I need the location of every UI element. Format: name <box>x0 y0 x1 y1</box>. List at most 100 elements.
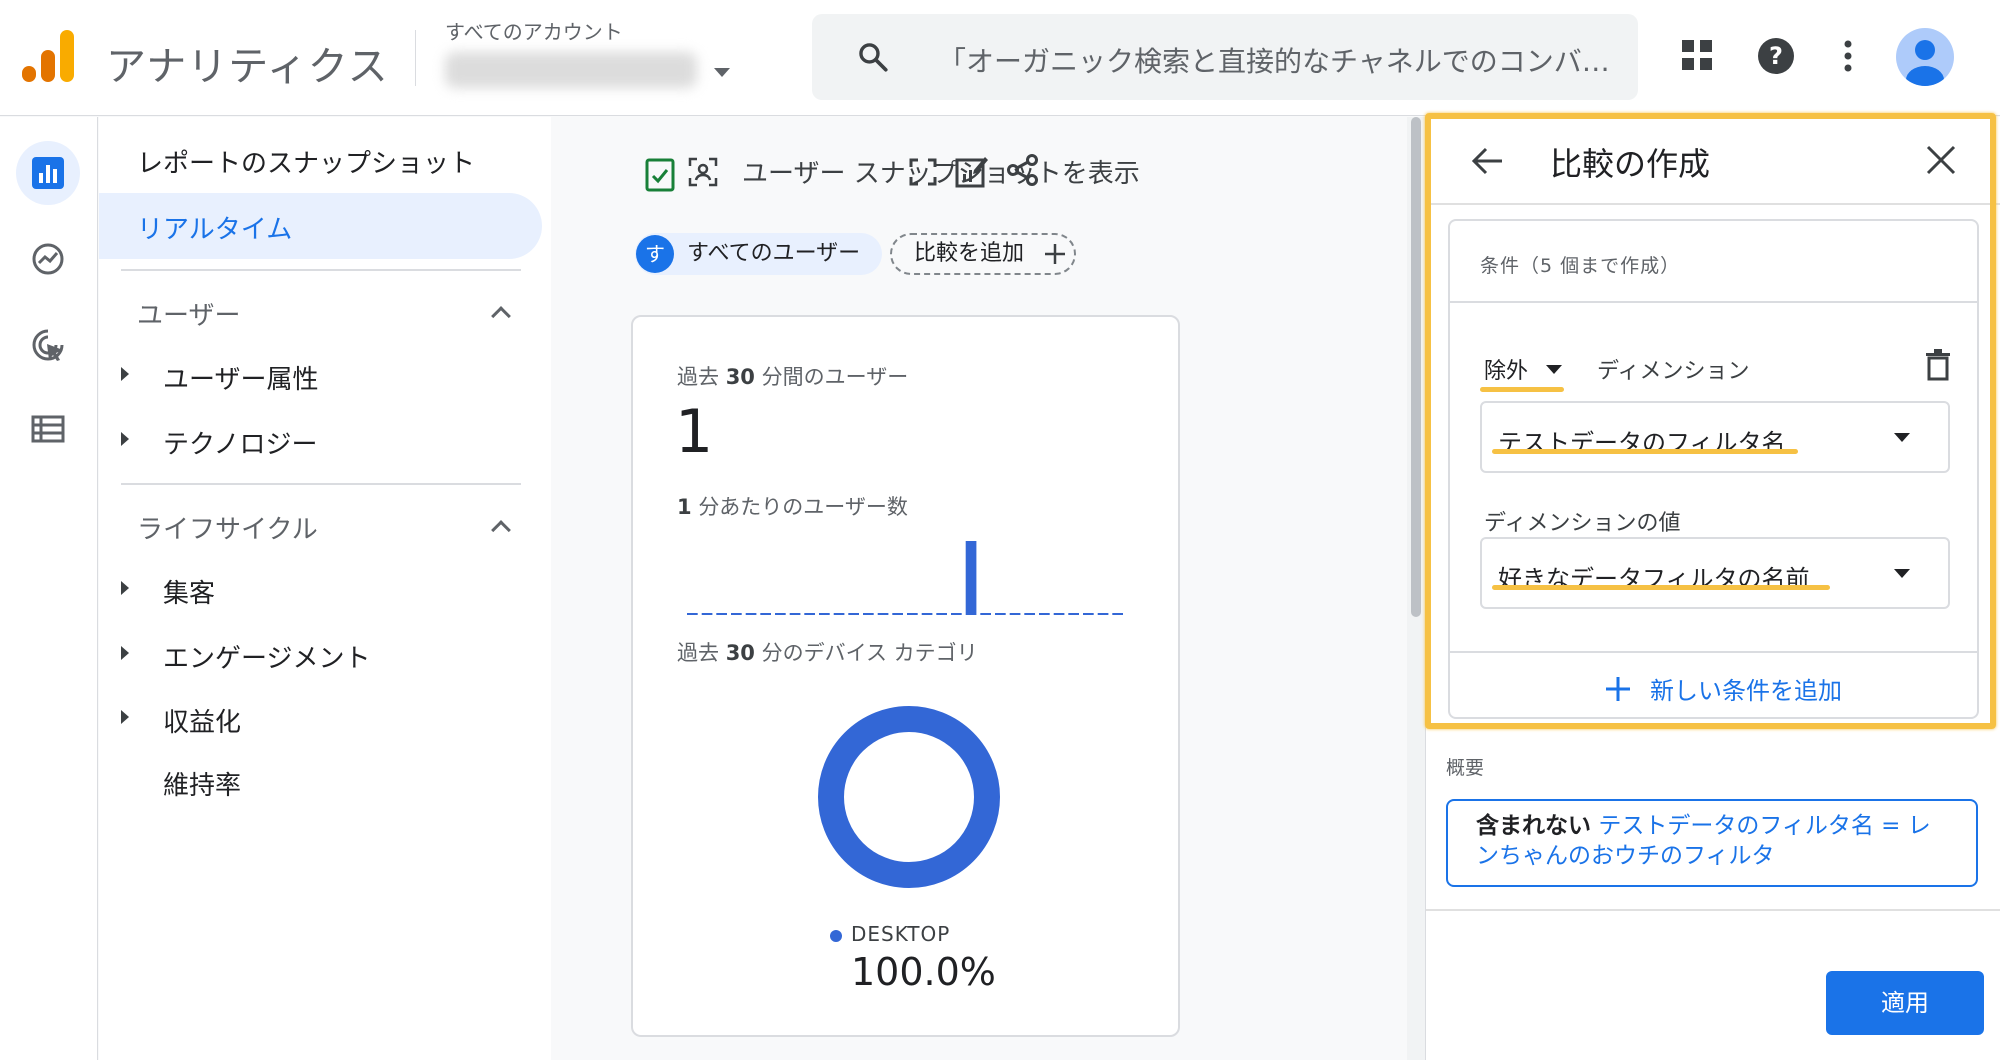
saved-report-icon[interactable] <box>644 155 676 193</box>
search-placeholder: 「オーガニック検索と直接的なチャネルでのコンバ… <box>938 45 1610 78</box>
chevron-up-icon[interactable] <box>491 520 511 540</box>
minute-bar <box>1024 613 1035 615</box>
nav-item-technology[interactable]: テクノロジー <box>163 424 317 461</box>
nav-item-acquisition[interactable]: 集客 <box>163 573 215 610</box>
minute-bar <box>921 613 933 615</box>
expand-arrow-icon[interactable] <box>121 432 129 446</box>
more-vert-icon[interactable] <box>1824 32 1872 80</box>
users-30min-label: 過去 30 分間のユーザー <box>677 365 909 389</box>
person-icon <box>1906 40 1944 86</box>
minute-bar <box>848 613 859 615</box>
nav-divider <box>121 269 521 271</box>
configure-icon <box>31 415 65 443</box>
rail-configure[interactable] <box>16 397 80 461</box>
apply-button[interactable]: 適用 <box>1826 971 1984 1035</box>
minute-bar <box>687 613 698 615</box>
minute-bar <box>1112 613 1123 615</box>
logo-bar-large <box>60 30 74 82</box>
expand-arrow-icon[interactable] <box>121 367 129 381</box>
nav-item-demographics[interactable]: ユーザー属性 <box>163 359 318 396</box>
nav-item-snapshot[interactable]: レポートのスナップショット <box>137 143 475 180</box>
nav-item-engagement[interactable]: エンゲージメント <box>163 638 370 675</box>
minute-bar <box>863 613 874 615</box>
minute-bar <box>731 613 742 615</box>
minute-bar <box>804 613 815 615</box>
minute-bar <box>965 541 977 615</box>
account-dropdown-icon[interactable] <box>714 68 730 77</box>
header-divider <box>415 30 416 86</box>
minute-bar <box>1097 613 1109 615</box>
nav-divider <box>121 483 521 485</box>
minute-bar <box>892 613 903 615</box>
minute-bar <box>760 613 771 615</box>
legend-desktop: DESKTOP <box>851 922 951 946</box>
expand-arrow-icon[interactable] <box>121 646 129 660</box>
nav-section-users[interactable]: ユーザー <box>137 295 240 332</box>
minute-bar <box>745 613 757 615</box>
expand-arrow-icon[interactable] <box>121 710 129 724</box>
scrollbar-thumb[interactable] <box>1411 117 1421 617</box>
minute-bar <box>980 613 991 615</box>
reports-icon <box>32 157 64 189</box>
share-icon[interactable] <box>1006 153 1040 187</box>
summary-box: 含まれない テストデータのフィルタ名 = レンちゃんのおウチのフィルタ <box>1446 799 1978 887</box>
minute-bar <box>936 613 947 615</box>
highlight-box <box>1425 113 1996 729</box>
plus-icon <box>1045 244 1065 264</box>
minute-bar <box>775 613 786 615</box>
minute-bar <box>877 613 889 615</box>
minute-bar <box>907 613 918 615</box>
svg-text:?: ? <box>1769 42 1783 70</box>
realtime-users-card: 過去 30 分間のユーザー 1 1 分あたりのユーザー数 過去 30 分のデバイ… <box>631 315 1180 1037</box>
nav-item-monetization[interactable]: 収益化 <box>163 702 241 739</box>
minute-bar <box>1083 613 1094 615</box>
legend-marker <box>830 930 842 942</box>
left-rail <box>0 117 98 1060</box>
device-category-label: 過去 30 分のデバイス カテゴリ <box>677 641 978 665</box>
minute-bar <box>951 613 962 615</box>
customize-report-icon[interactable] <box>954 153 990 189</box>
minute-bar <box>1009 613 1021 615</box>
fullscreen-icon[interactable] <box>908 157 938 187</box>
account-avatar-icon[interactable] <box>1896 28 1954 86</box>
account-name-blurred[interactable] <box>445 52 697 88</box>
rail-advertising[interactable] <box>16 313 80 377</box>
search-bar[interactable]: 「オーガニック検索と直接的なチャネルでのコンバ… <box>812 14 1638 100</box>
expand-arrow-icon[interactable] <box>121 581 129 595</box>
nav-section-lifecycle[interactable]: ライフサイクル <box>137 509 318 546</box>
nav-item-realtime[interactable]: リアルタイム <box>137 209 292 246</box>
rail-reports[interactable] <box>16 141 80 205</box>
advertising-icon <box>32 329 64 361</box>
minute-bar <box>833 613 845 615</box>
minute-bar <box>995 613 1006 615</box>
desktop-percentage: 100.0% <box>851 950 996 994</box>
minute-bar <box>1039 613 1050 615</box>
chevron-up-icon[interactable] <box>491 306 511 326</box>
users-30min-value: 1 <box>675 397 714 467</box>
users-per-minute-label: 1 分あたりのユーザー数 <box>677 495 908 519</box>
minute-bar <box>819 613 830 615</box>
analytics-logo[interactable] <box>22 30 74 82</box>
apps-grid-icon[interactable] <box>1674 32 1722 80</box>
realtime-content: ユーザー スナップショットを表示 すべてのユーザー す 比較を追加 過去 30 … <box>552 117 1407 1060</box>
rail-explore[interactable] <box>16 227 80 291</box>
segment-avatar: す <box>636 235 674 273</box>
panel-divider <box>1426 909 2000 911</box>
explore-icon <box>32 243 64 275</box>
users-per-minute-chart <box>687 541 1123 615</box>
logo-bar-medium <box>41 50 55 82</box>
top-header: アナリティクス すべてのアカウント 「オーガニック検索と直接的なチャネルでのコン… <box>0 0 2000 116</box>
view-user-snapshot-link[interactable]: ユーザー スナップショットを表示 <box>742 153 1140 190</box>
minute-bar <box>789 613 801 615</box>
app-title: アナリティクス <box>106 44 389 90</box>
summary-operator: 含まれない <box>1476 813 1591 839</box>
minute-bar <box>701 613 713 615</box>
help-icon[interactable]: ? <box>1752 32 1800 80</box>
user-snapshot-icon[interactable] <box>688 157 718 187</box>
nav-item-retention[interactable]: 維持率 <box>163 765 241 802</box>
summary-label: 概要 <box>1446 757 1485 779</box>
minute-bar <box>716 613 727 615</box>
donut-slice-desktop <box>818 706 1000 888</box>
minute-bar <box>1068 613 1079 615</box>
logo-bar-small <box>22 66 36 82</box>
